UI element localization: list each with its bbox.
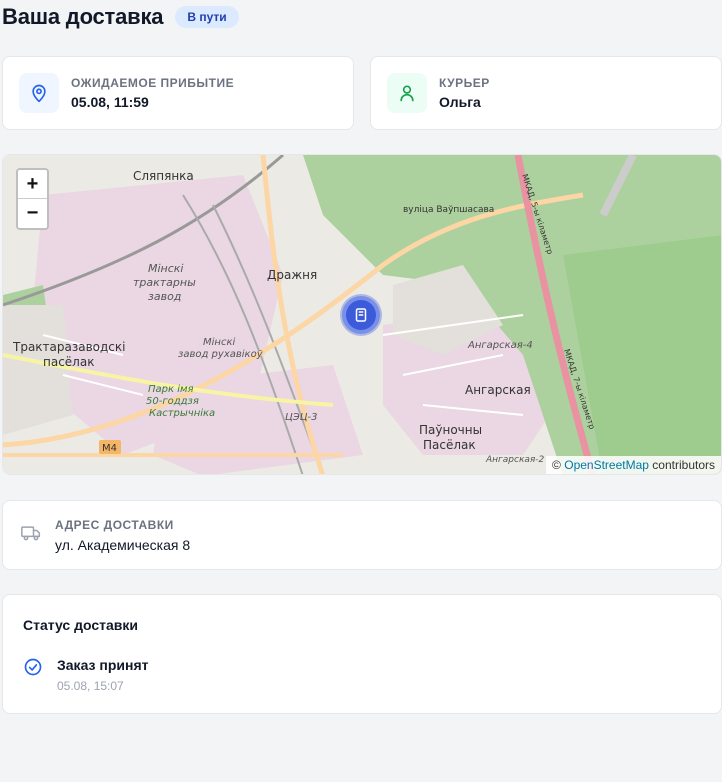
map-label-angarskaya2: Ангарская-2 — [485, 455, 545, 465]
location-pin-icon — [19, 73, 59, 113]
osm-link[interactable]: OpenStreetMap — [564, 458, 649, 472]
map-label-park1: Парк імя — [148, 383, 194, 395]
map-label-park2: 50-годдзя — [146, 396, 199, 407]
attribution-suffix: contributors — [652, 458, 715, 472]
courier-label: Курьер — [439, 76, 490, 90]
map-label-slyapyanka: Сляпянка — [133, 169, 194, 183]
map-label-m4: М4 — [102, 443, 117, 454]
attribution-prefix: © — [552, 458, 561, 472]
map-label-tec: ЦЭЦ-3 — [285, 412, 317, 423]
map-label-traktorozavodsky1: Трактаразаводскі — [12, 340, 126, 354]
delivery-status-heading: Статус доставки — [23, 617, 138, 633]
address-value: ул. Академическая 8 — [55, 536, 191, 553]
map-label-street: вуліца Ваўпшасава — [403, 205, 494, 215]
package-icon — [355, 308, 367, 322]
map-label-angarskaya: Ангарская — [465, 383, 531, 397]
map-label-park3: Кастрычніка — [149, 407, 215, 419]
arrival-value: 05.08, 11:59 — [71, 94, 149, 110]
truck-icon — [21, 523, 41, 548]
zoom-out-button[interactable]: − — [18, 199, 47, 228]
zoom-in-button[interactable]: + — [18, 170, 47, 199]
user-icon — [387, 73, 427, 113]
map[interactable]: Сляпянка вуліца Ваўпшасава Мінскі тракта… — [2, 154, 722, 475]
map-label-drazhnya: Дражня — [267, 268, 317, 282]
map-label-traktor2: трактарны — [133, 276, 196, 289]
map-label-traktor1: Мінскі — [148, 262, 184, 275]
map-label-reductor2: завод рухавікоў — [178, 348, 264, 360]
timeline-title: Заказ принят — [57, 657, 149, 673]
map-label-traktorozavodsky2: пасёлак — [43, 355, 94, 369]
courier-marker[interactable] — [342, 296, 380, 334]
address-label: Адрес доставки — [55, 517, 174, 532]
map-label-angarskaya4: Ангарская-4 — [467, 340, 533, 351]
map-label-pauno1: Паўночны — [419, 423, 482, 437]
courier-card: Курьер Ольга — [370, 56, 722, 130]
map-attribution: © OpenStreetMap contributors — [546, 456, 721, 474]
map-label-traktor3: завод — [148, 290, 181, 303]
page-title: Ваша доставка — [2, 4, 164, 29]
header: Ваша доставка В пути — [2, 0, 239, 34]
arrival-label: Ожидаемое прибытие — [71, 76, 235, 90]
arrival-card: Ожидаемое прибытие 05.08, 11:59 — [2, 56, 354, 130]
address-card: Адрес доставки ул. Академическая 8 — [2, 500, 722, 570]
delivery-status-card: Статус доставки Заказ принят 05.08, 15:0… — [2, 594, 722, 714]
map-label-reductor1: Мінскі — [203, 336, 235, 348]
status-badge: В пути — [175, 6, 239, 28]
map-label-pauno2: Пасёлак — [423, 438, 476, 452]
zoom-control: + − — [16, 168, 49, 230]
timeline-item: Заказ принят 05.08, 15:07 — [23, 657, 701, 693]
courier-value: Ольга — [439, 94, 481, 110]
timeline-time: 05.08, 15:07 — [57, 679, 124, 693]
check-circle-icon — [23, 657, 43, 693]
